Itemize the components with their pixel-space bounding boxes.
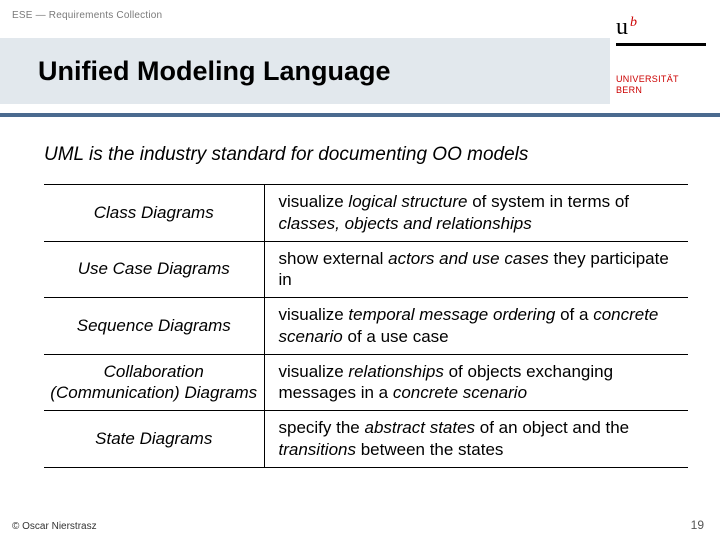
main-content: UML is the industry standard for documen… <box>0 118 720 468</box>
logo-letter-u: u <box>616 14 628 40</box>
table-row: Use Case Diagrams show external actors a… <box>44 241 688 298</box>
table-row: State Diagrams specify the abstract stat… <box>44 411 688 468</box>
logo-line1: UNIVERSITÄT <box>616 74 679 85</box>
diagram-desc: show external actors and use cases they … <box>264 241 688 298</box>
diagram-desc: specify the abstract states of an object… <box>264 411 688 468</box>
logo-letter-b: b <box>630 15 637 30</box>
table-row: Sequence Diagrams visualize temporal mes… <box>44 298 688 355</box>
header-divider <box>0 113 720 117</box>
diagrams-table: Class Diagrams visualize logical structu… <box>44 184 688 468</box>
diagram-name: Collaboration (Communication) Diagrams <box>44 354 264 411</box>
diagram-desc: visualize relationships of objects excha… <box>264 354 688 411</box>
diagram-name: State Diagrams <box>44 411 264 468</box>
university-logo: ub UNIVERSITÄT BERN <box>610 0 720 118</box>
logo-mark: ub <box>616 14 637 41</box>
diagram-name: Use Case Diagrams <box>44 241 264 298</box>
diagram-desc: visualize logical structure of system in… <box>264 185 688 242</box>
page-number: 19 <box>691 518 704 532</box>
breadcrumb: ESE — Requirements Collection <box>12 10 162 21</box>
table-row: Class Diagrams visualize logical structu… <box>44 185 688 242</box>
page-title: Unified Modeling Language <box>38 56 391 87</box>
header: ESE — Requirements Collection Unified Mo… <box>0 0 720 118</box>
title-band: Unified Modeling Language <box>0 38 610 104</box>
diagram-name: Class Diagrams <box>44 185 264 242</box>
logo-text: UNIVERSITÄT BERN <box>616 74 679 97</box>
diagram-name: Sequence Diagrams <box>44 298 264 355</box>
diagram-desc: visualize temporal message ordering of a… <box>264 298 688 355</box>
logo-underline <box>616 43 706 46</box>
intro-text: UML is the industry standard for documen… <box>44 144 688 166</box>
table-row: Collaboration (Communication) Diagrams v… <box>44 354 688 411</box>
footer-copyright: © Oscar Nierstrasz <box>12 521 97 532</box>
logo-line2: BERN <box>616 85 679 96</box>
